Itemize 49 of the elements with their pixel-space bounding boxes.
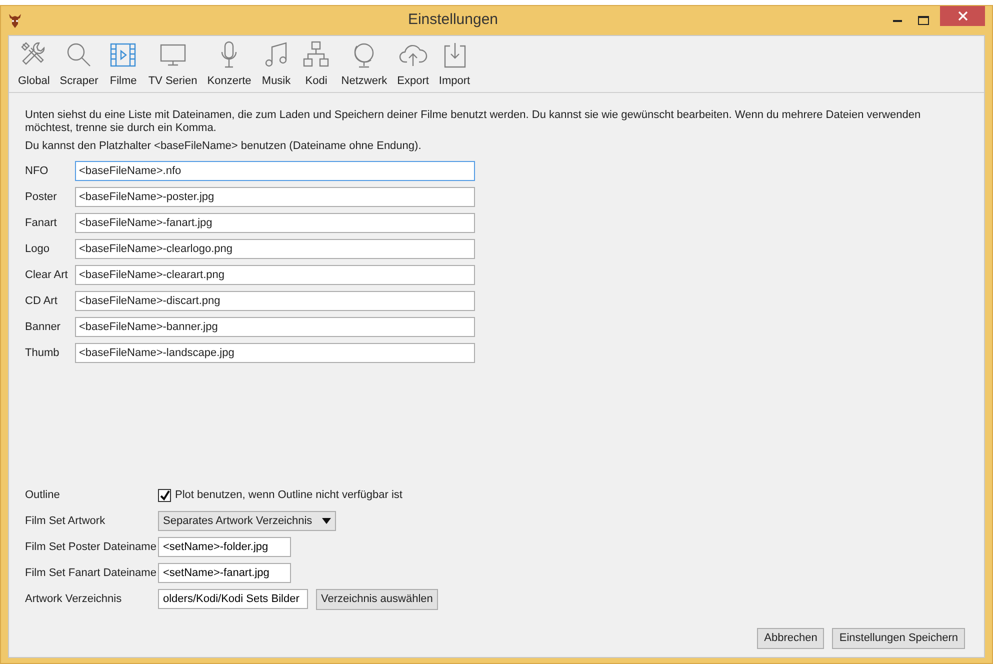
- field-label: Banner: [25, 320, 62, 335]
- toolbar-tab[interactable]: Filme: [103, 40, 144, 92]
- input-field[interactable]: <baseFileName>-landscape.jpg: [75, 343, 475, 363]
- browse-button[interactable]: Verzeichnis auswählen: [316, 588, 438, 610]
- field-label: Film Set Artwork: [25, 514, 106, 529]
- toolbar-tab[interactable]: Import: [434, 40, 476, 92]
- field-label: Poster: [25, 190, 58, 205]
- description-text: Du kannst den Platzhalter <baseFileName> benutzen (Dateiname ohne Endung).: [25, 140, 422, 153]
- field-label: Film Set Fanart Dateiname: [25, 566, 158, 581]
- minimize-icon: [892, 19, 902, 22]
- toolbar-tab[interactable]: Netzwerk: [336, 40, 392, 92]
- field-label: Artwork Verzeichnis: [25, 592, 123, 607]
- close-button[interactable]: [940, 6, 985, 26]
- field-label: Logo: [25, 242, 50, 257]
- dropdown[interactable]: Separates Artwork Verzeichnis: [158, 511, 336, 531]
- field-label: NFO: [25, 164, 50, 179]
- checkbox[interactable]: [158, 488, 171, 502]
- dialog-button[interactable]: Abbrechen: [757, 628, 824, 649]
- caret-icon: [322, 518, 332, 524]
- toolbar-tab[interactable]: Musik: [256, 40, 296, 92]
- input-field[interactable]: <baseFileName>-clearart.png: [75, 265, 475, 285]
- field-label: Fanart: [25, 216, 58, 231]
- field-label: Clear Art: [25, 268, 69, 283]
- toolbar-tab[interactable]: Scraper: [54, 40, 104, 92]
- close-icon: [958, 11, 968, 21]
- toolbar-tab[interactable]: Kodi: [296, 40, 336, 92]
- input-field[interactable]: <baseFileName>-poster.jpg: [75, 187, 475, 207]
- dialog-button[interactable]: Einstellungen Speichern: [832, 628, 965, 649]
- toolbar-tab[interactable]: TV Serien: [143, 40, 202, 92]
- input-field[interactable]: <baseFileName>-clearlogo.png: [75, 239, 475, 259]
- input-field[interactable]: <setName>-folder.jpg: [158, 537, 291, 557]
- input-field[interactable]: olders/Kodi/Kodi Sets Bilder: [158, 589, 308, 609]
- field-label: Thumb: [25, 346, 60, 361]
- field-label: Outline: [25, 488, 61, 503]
- input-field[interactable]: <baseFileName>-banner.jpg: [75, 317, 475, 337]
- toolbar-tab[interactable]: Export: [392, 40, 434, 92]
- maximize-icon: [918, 16, 928, 25]
- input-field[interactable]: <baseFileName>.nfo: [75, 161, 475, 181]
- app-logo-icon: [8, 12, 22, 28]
- toolbar-tab[interactable]: Global: [13, 40, 55, 92]
- description-text: Unten siehst du eine Liste mit Dateinamen, die zum Laden und Speichern deiner Filme benutzt werden. Du kannst sie wie gewünscht bearbeiten. Wenn du mehrere Dateien verwenden möchtest, trenne sie durch ein Komma.: [25, 109, 922, 135]
- input-field[interactable]: <baseFileName>-discart.png: [75, 291, 475, 311]
- checkbox-label: Plot benutzen, wenn Outline nicht verfügbar ist: [175, 488, 402, 503]
- toolbar-tab[interactable]: Konzerte: [202, 40, 256, 92]
- window-title: Einstellungen: [406, 10, 500, 30]
- field-label: CD Art: [25, 294, 58, 309]
- field-label: Film Set Poster Dateiname: [25, 540, 158, 555]
- input-field[interactable]: <baseFileName>-fanart.jpg: [75, 213, 475, 233]
- input-field[interactable]: <setName>-fanart.jpg: [158, 563, 291, 583]
